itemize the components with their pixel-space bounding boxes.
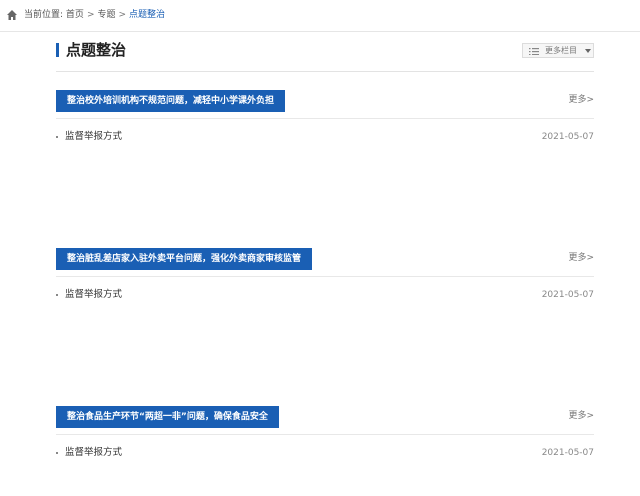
chevron-down-icon (585, 49, 591, 53)
more-columns-dropdown[interactable]: 更多栏目 (522, 43, 594, 58)
section-divider (56, 118, 594, 119)
section-more-link[interactable]: 更多> (568, 252, 594, 264)
header-divider (56, 71, 594, 72)
list-item-title[interactable]: 监督举报方式 (65, 288, 122, 302)
more-columns-label: 更多栏目 (545, 46, 577, 55)
list-item-date: 2021-05-07 (541, 448, 594, 458)
section-training: 整治校外培训机构不规范问题，减轻中小学课外负担 更多> 监督举报方式 2021-… (56, 90, 594, 180)
bullet-icon (56, 452, 58, 454)
breadcrumb-separator: > (118, 10, 127, 20)
section-title[interactable]: 整治校外培训机构不规范问题，减轻中小学课外负担 (56, 90, 286, 112)
home-icon[interactable] (6, 9, 18, 21)
breadcrumb-item-current[interactable]: 点题整治 (129, 10, 165, 20)
list-item-date: 2021-05-07 (541, 290, 594, 300)
section-more-link[interactable]: 更多> (568, 94, 594, 106)
breadcrumb-item-home[interactable]: 首页 (66, 10, 84, 20)
breadcrumb-prefix: 当前位置: (24, 10, 64, 20)
section-takeout: 整治脏乱差店家入驻外卖平台问题，强化外卖商家审核监管 更多> 监督举报方式 20… (56, 248, 594, 338)
list-item[interactable]: 监督举报方式 2021-05-07 (56, 288, 594, 302)
section-more-link[interactable]: 更多> (568, 410, 594, 422)
breadcrumb-text: 当前位置: 首页 > 专题 > 点题整治 (24, 9, 165, 22)
list-item[interactable]: 监督举报方式 2021-05-07 (56, 130, 594, 144)
section-divider (56, 276, 594, 277)
list-item[interactable]: 监督举报方式 2021-05-07 (56, 446, 594, 460)
list-item-date: 2021-05-07 (541, 132, 594, 142)
breadcrumb-item-topic[interactable]: 专题 (97, 10, 115, 20)
section-title[interactable]: 整治食品生产环节“两超一非”问题，确保食品安全 (56, 406, 279, 428)
section-title[interactable]: 整治脏乱差店家入驻外卖平台问题，强化外卖商家审核监管 (56, 248, 313, 270)
bullet-icon (56, 294, 58, 296)
list-icon (529, 48, 539, 55)
section-divider (56, 434, 594, 435)
section-food-safety: 整治食品生产环节“两超一非”问题，确保食品安全 更多> 监督举报方式 2021-… (56, 406, 594, 496)
breadcrumb-separator: > (86, 10, 95, 20)
bullet-icon (56, 136, 58, 138)
list-item-title[interactable]: 监督举报方式 (65, 446, 122, 460)
page-title: 点题整治 (66, 41, 127, 59)
title-accent-bar (56, 43, 59, 57)
list-item-title[interactable]: 监督举报方式 (65, 130, 122, 144)
breadcrumb: 当前位置: 首页 > 专题 > 点题整治 (0, 0, 640, 32)
